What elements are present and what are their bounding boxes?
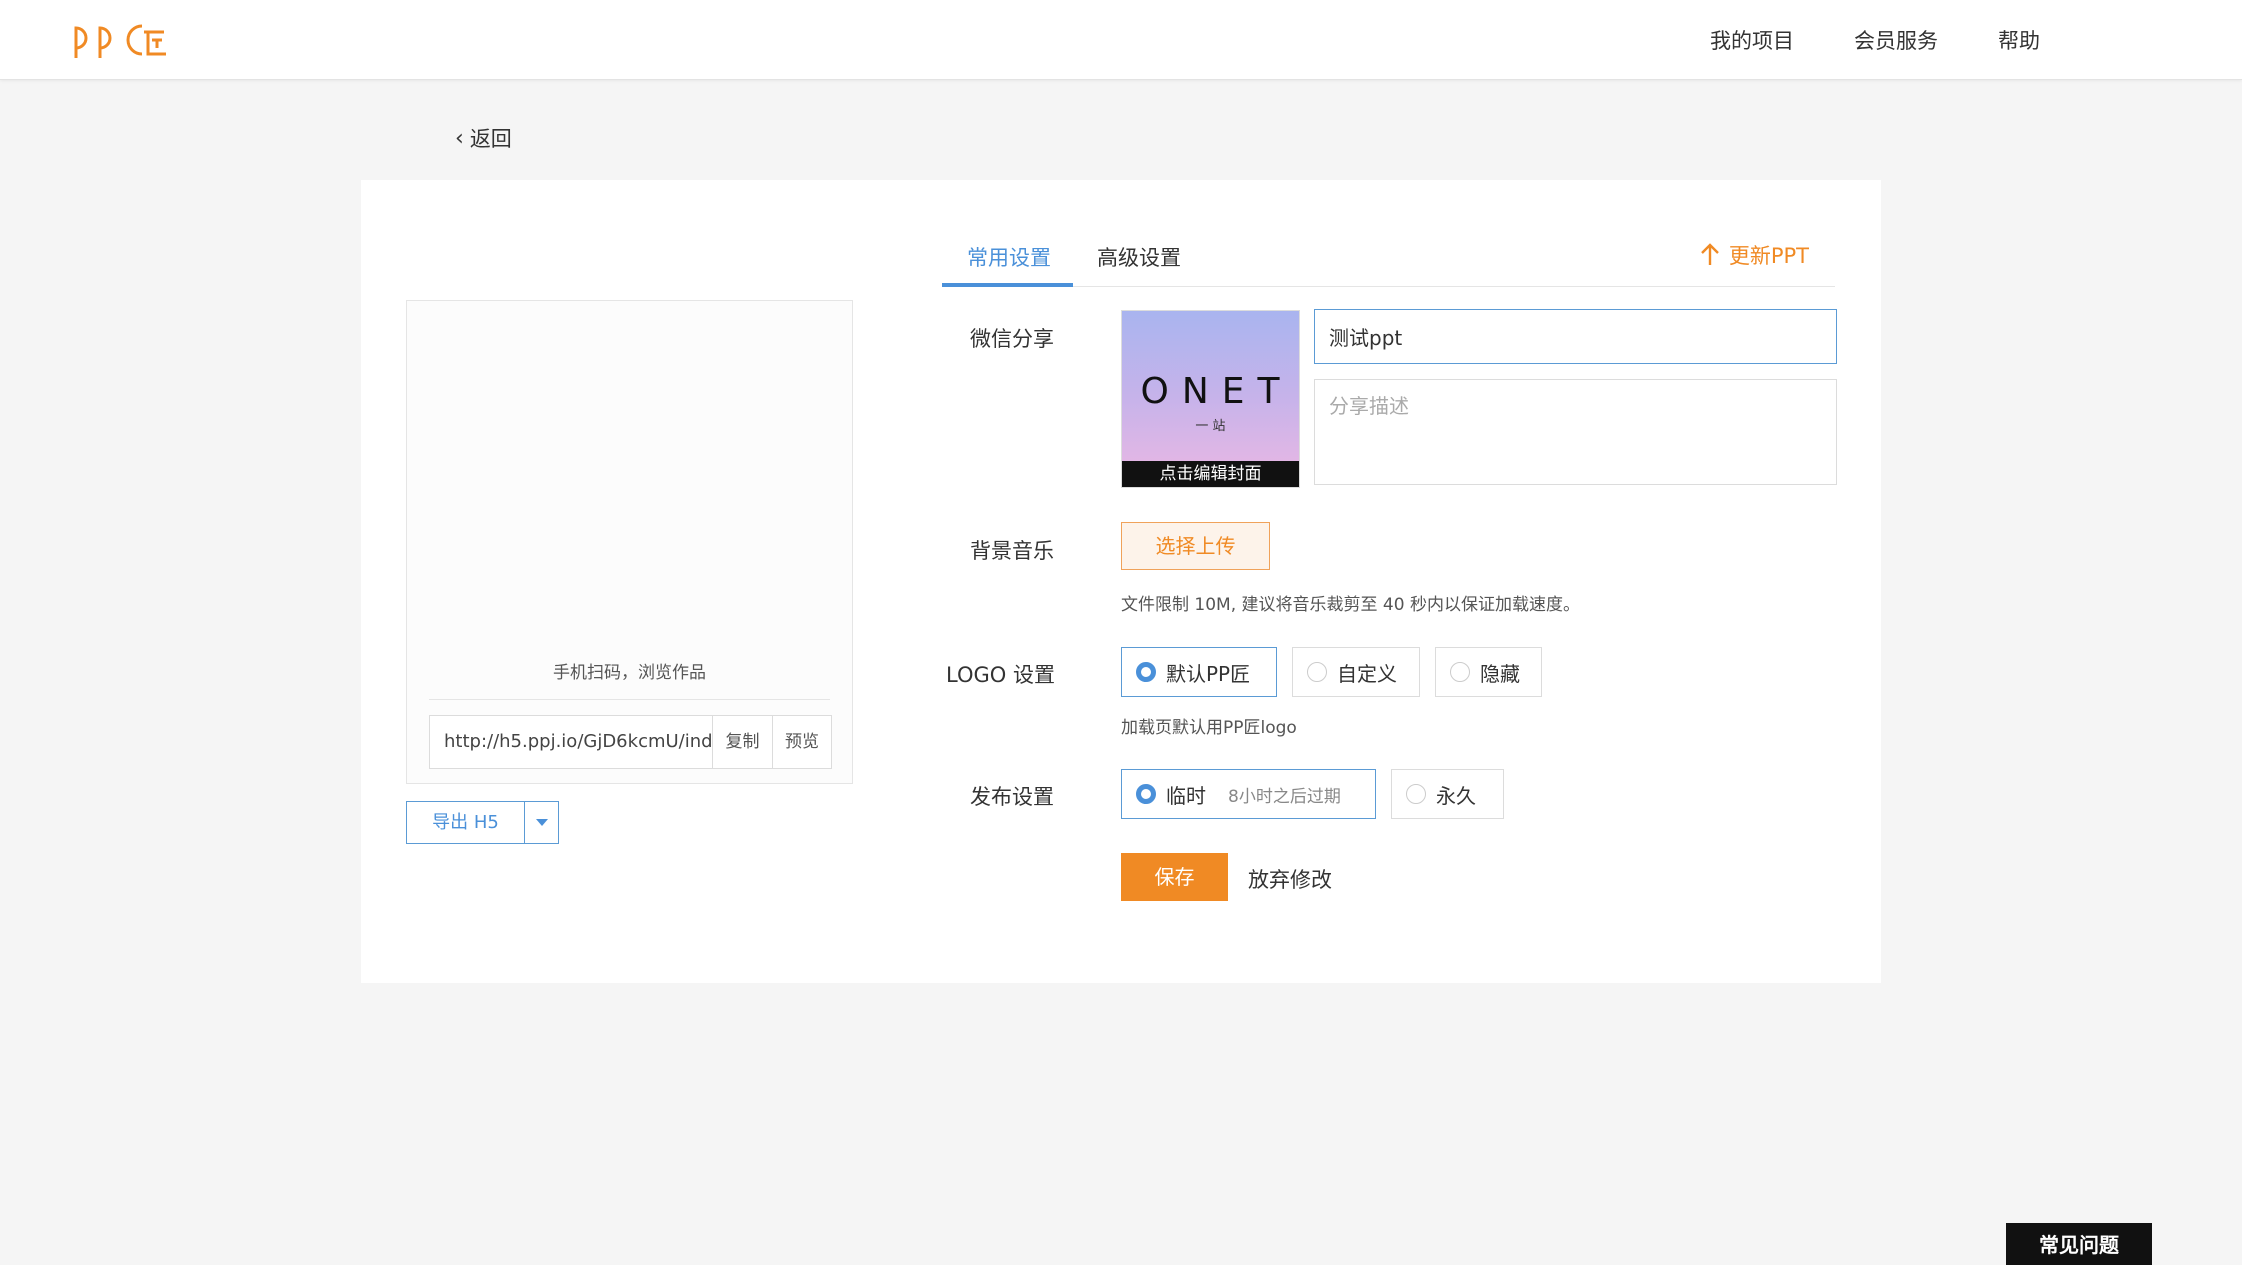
back-label: 返回 — [469, 127, 512, 151]
logo-option-hide[interactable]: 隐藏 — [1435, 647, 1542, 697]
ppj-logo[interactable] — [70, 18, 170, 62]
nav-member-service[interactable]: 会员服务 — [1854, 25, 1938, 55]
wechat-share-label: 微信分享 — [970, 327, 1054, 351]
radio-unchecked-icon — [1406, 784, 1426, 804]
arrow-up-icon — [1700, 243, 1719, 265]
share-title-input[interactable] — [1314, 309, 1837, 364]
discard-changes-button[interactable]: 放弃修改 — [1248, 864, 1332, 894]
settings-tabs: 常用设置 高级设置 更新PPT — [942, 230, 1835, 287]
publish-option-temporary[interactable]: 临时 8小时之后过期 — [1121, 769, 1376, 819]
faq-button[interactable]: 常见问题 — [2006, 1223, 2152, 1265]
background-music-label: 背景音乐 — [970, 539, 1054, 563]
nav-help[interactable]: 帮助 — [1998, 25, 2040, 55]
chevron-left-icon: ‹ — [455, 125, 464, 151]
tab-advanced-settings[interactable]: 高级设置 — [1097, 242, 1181, 272]
preview-button[interactable]: 预览 — [772, 716, 831, 768]
logo-option-custom[interactable]: 自定义 — [1292, 647, 1420, 697]
cover-title: ONET — [1140, 371, 1293, 412]
caret-down-icon — [535, 819, 548, 826]
scan-tip: 手机扫码，浏览作品 — [553, 663, 706, 683]
update-ppt-button[interactable]: 更新PPT — [1699, 240, 1809, 270]
logo-setting-label: LOGO 设置 — [946, 663, 1055, 687]
back-link[interactable]: ‹ 返回 — [455, 123, 512, 153]
qr-preview-panel: 手机扫码，浏览作品 http://h5.ppj.io/GjD6kcmU/inde… — [406, 300, 853, 784]
tab-common-settings[interactable]: 常用设置 — [967, 242, 1051, 272]
logo-option-default[interactable]: 默认PP匠 — [1121, 647, 1277, 697]
publish-setting-label: 发布设置 — [970, 785, 1054, 809]
copy-button[interactable]: 复制 — [713, 716, 772, 768]
export-h5-group: 导出 H5 — [406, 801, 559, 844]
share-url-field[interactable]: http://h5.ppj.io/GjD6kcmU/index.html — [430, 716, 713, 768]
upload-music-button[interactable]: 选择上传 — [1121, 522, 1270, 570]
radio-unchecked-icon — [1307, 662, 1327, 682]
radio-unchecked-icon — [1450, 662, 1470, 682]
nav-my-projects[interactable]: 我的项目 — [1710, 25, 1794, 55]
publish-option-permanent[interactable]: 永久 — [1391, 769, 1504, 819]
share-url-group: http://h5.ppj.io/GjD6kcmU/index.html 复制 … — [429, 715, 832, 769]
radio-checked-icon — [1136, 784, 1156, 804]
cover-image[interactable]: ONET 一 站 点击编辑封面 — [1121, 310, 1300, 488]
music-hint: 文件限制 10M, 建议将音乐裁剪至 40 秒内以保证加载速度。 — [1121, 595, 1580, 615]
cover-subtitle: 一 站 — [1195, 419, 1226, 434]
active-tab-indicator — [942, 283, 1073, 287]
radio-checked-icon — [1136, 662, 1156, 682]
logo-hint: 加载页默认用PP匠logo — [1121, 718, 1297, 738]
top-header: 我的项目 会员服务 帮助 — [0, 0, 2242, 80]
save-button[interactable]: 保存 — [1121, 853, 1228, 901]
share-description-input[interactable] — [1314, 379, 1837, 485]
update-ppt-label: 更新PPT — [1728, 244, 1809, 268]
divider — [429, 699, 830, 700]
export-h5-button[interactable]: 导出 H5 — [407, 802, 525, 843]
expiry-note: 8小时之后过期 — [1228, 786, 1341, 807]
edit-cover-label[interactable]: 点击编辑封面 — [1122, 461, 1299, 487]
export-dropdown-toggle[interactable] — [525, 802, 558, 843]
